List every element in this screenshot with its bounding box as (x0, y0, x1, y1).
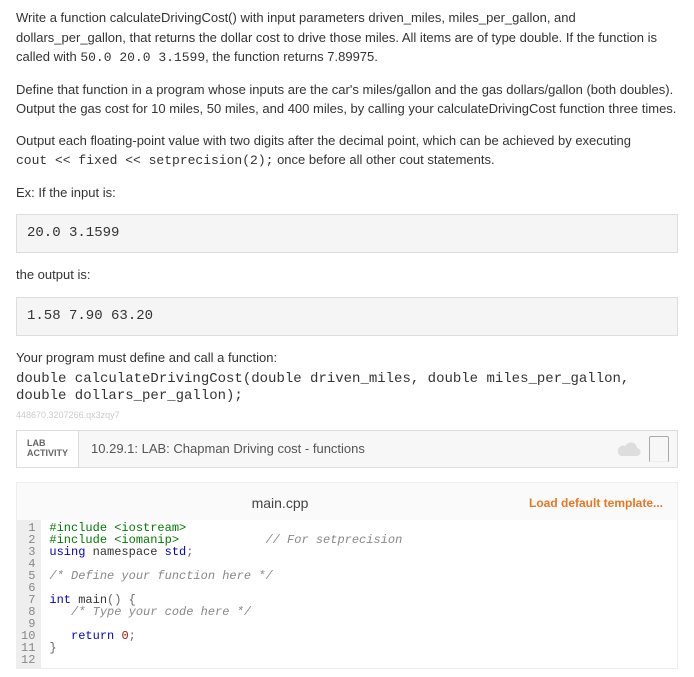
example-input-block: 20.0 3.1599 (16, 214, 678, 253)
example-input-label: Ex: If the input is: (16, 183, 678, 203)
bookmark-icon[interactable] (649, 436, 669, 462)
watermark: 448670.3207266.qx3zqy7 (16, 409, 678, 423)
intro-paragraph-1: Write a function calculateDrivingCost() … (16, 8, 678, 68)
lab-title: 10.29.1: LAB: Chapman Driving cost - fun… (79, 431, 607, 467)
code-editor-panel: main.cpp Load default template... 1 2 3 … (16, 482, 678, 669)
editor-filename: main.cpp (31, 493, 529, 514)
example-output-block: 1.58 7.90 63.20 (16, 297, 678, 336)
line-gutter: 1 2 3 4 5 6 7 8 9 10 11 12 (17, 520, 41, 668)
intro-paragraph-3: Output each floating-point value with tw… (16, 131, 678, 171)
lab-header: LABACTIVITY 10.29.1: LAB: Chapman Drivin… (16, 430, 678, 468)
lab-activity-tag: LABACTIVITY (17, 431, 79, 467)
code-lines[interactable]: #include <iostream> #include <iomanip> /… (41, 520, 677, 668)
load-default-template-link[interactable]: Load default template... (529, 494, 663, 512)
function-signature: double calculateDrivingCost(double drive… (16, 371, 678, 405)
define-function-label: Your program must define and call a func… (16, 348, 678, 368)
code-editor[interactable]: 1 2 3 4 5 6 7 8 9 10 11 12 #include <ios… (17, 520, 677, 668)
intro-paragraph-2: Define that function in a program whose … (16, 80, 678, 119)
cloud-icon (615, 440, 643, 458)
output-label: the output is: (16, 265, 678, 285)
